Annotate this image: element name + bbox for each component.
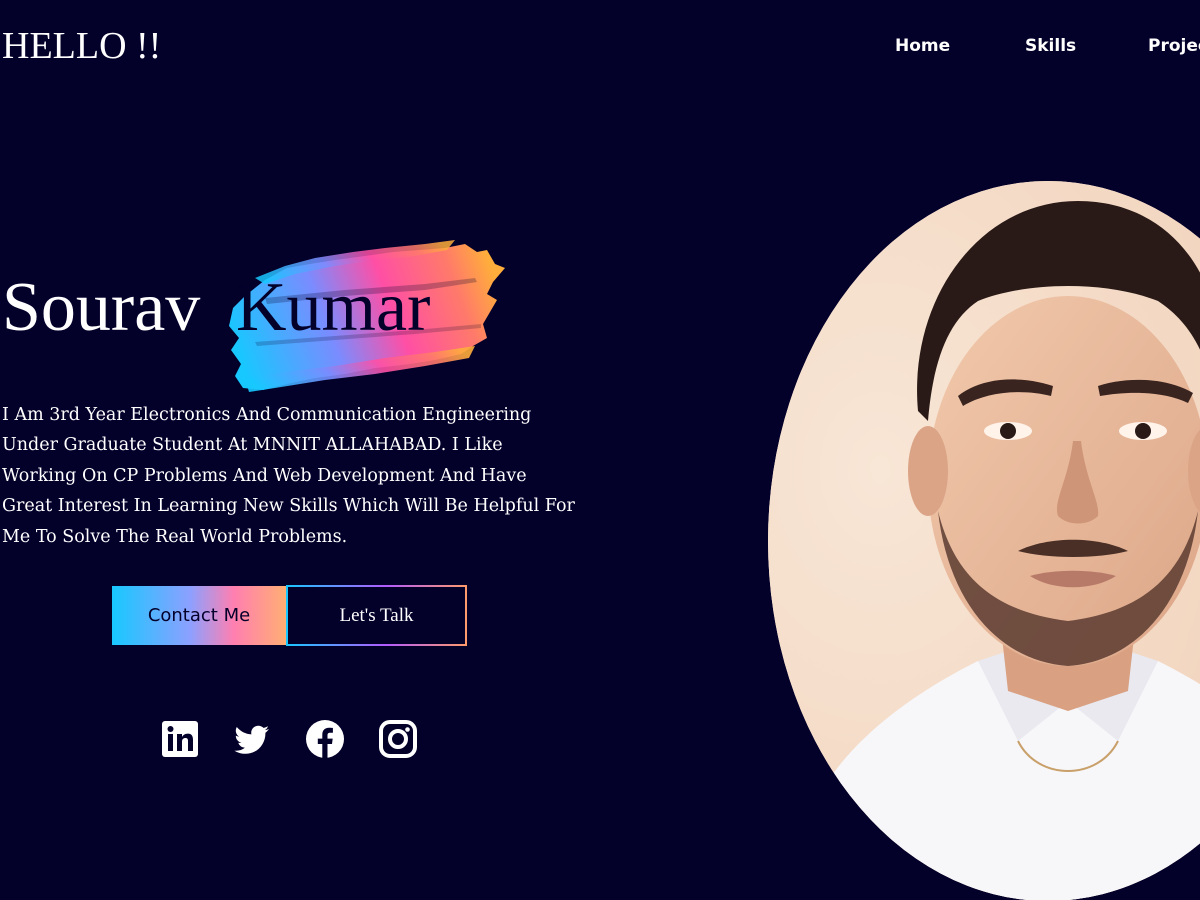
contact-me-button[interactable]: Contact Me <box>112 586 286 645</box>
lets-talk-button[interactable]: Let's Talk <box>288 587 465 644</box>
linkedin-link[interactable] <box>160 719 200 759</box>
portfolio-page: HELLO !! Home Skills Projects Sourav Kum… <box>0 0 1200 900</box>
nav-link-projects[interactable]: Projects <box>1148 36 1200 56</box>
hero-first-name: Sourav <box>2 269 201 346</box>
top-nav: Home Skills Projects <box>0 36 1200 60</box>
bio-paragraph: I Am 3rd Year Electronics And Communicat… <box>2 405 575 547</box>
profile-photo <box>768 181 1200 900</box>
twitter-link[interactable] <box>232 719 272 759</box>
facebook-link[interactable] <box>305 719 345 759</box>
instagram-link[interactable] <box>378 719 418 759</box>
hero-last-name: Kumar <box>236 269 431 346</box>
nav-link-home[interactable]: Home <box>895 36 950 56</box>
profile-photo-illustration <box>768 181 1200 900</box>
nav-link-skills[interactable]: Skills <box>1025 36 1076 56</box>
twitter-icon <box>234 725 269 754</box>
facebook-icon <box>306 720 344 758</box>
instagram-icon <box>379 720 417 758</box>
lets-talk-button-border: Let's Talk <box>286 585 467 646</box>
linkedin-icon <box>162 721 198 757</box>
